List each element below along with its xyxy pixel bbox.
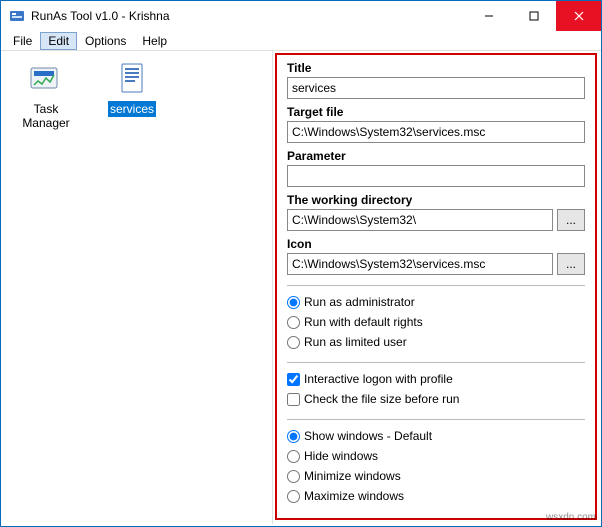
app-icon bbox=[9, 8, 25, 24]
radio-win-hide[interactable]: Hide windows bbox=[287, 446, 585, 466]
icon-input[interactable] bbox=[287, 253, 553, 275]
menubar: File Edit Options Help bbox=[1, 31, 601, 51]
parameter-label: Parameter bbox=[287, 149, 585, 163]
title-label: Title bbox=[287, 61, 585, 75]
document-icon bbox=[95, 61, 169, 97]
radio-input[interactable] bbox=[287, 336, 300, 349]
checkbox-label: Interactive logon with profile bbox=[304, 372, 453, 386]
separator bbox=[287, 285, 585, 286]
radio-label: Show windows - Default bbox=[304, 429, 432, 443]
radio-label: Run with default rights bbox=[304, 315, 423, 329]
separator bbox=[287, 362, 585, 363]
menu-file[interactable]: File bbox=[5, 32, 40, 50]
radio-label: Hide windows bbox=[304, 449, 378, 463]
taskmgr-icon bbox=[9, 61, 83, 97]
maximize-button[interactable] bbox=[511, 1, 556, 31]
shortcut-services[interactable]: services bbox=[93, 57, 171, 121]
radio-input[interactable] bbox=[287, 450, 300, 463]
workdir-label: The working directory bbox=[287, 193, 585, 207]
workdir-browse-button[interactable]: ... bbox=[557, 209, 585, 231]
radio-input[interactable] bbox=[287, 296, 300, 309]
parameter-input[interactable] bbox=[287, 165, 585, 187]
radio-input[interactable] bbox=[287, 430, 300, 443]
titlebar: RunAs Tool v1.0 - Krishna bbox=[1, 1, 601, 31]
menu-help[interactable]: Help bbox=[134, 32, 175, 50]
target-label: Target file bbox=[287, 105, 585, 119]
shortcuts-pane: Task Manager services bbox=[1, 51, 273, 524]
shortcut-label: Task Manager bbox=[9, 101, 83, 131]
radio-win-show[interactable]: Show windows - Default bbox=[287, 426, 585, 446]
watermark: wsxdn.com bbox=[546, 512, 596, 523]
radio-run-admin[interactable]: Run as administrator bbox=[287, 292, 585, 312]
minimize-button[interactable] bbox=[466, 1, 511, 31]
menu-edit[interactable]: Edit bbox=[40, 32, 77, 50]
radio-input[interactable] bbox=[287, 316, 300, 329]
shortcut-label: services bbox=[108, 101, 156, 117]
properties-pane: Title Target file Parameter The working … bbox=[275, 53, 597, 520]
radio-label: Minimize windows bbox=[304, 469, 401, 483]
radio-input[interactable] bbox=[287, 470, 300, 483]
shortcut-task-manager[interactable]: Task Manager bbox=[7, 57, 85, 135]
radio-label: Run as administrator bbox=[304, 295, 415, 309]
icon-label: Icon bbox=[287, 237, 585, 251]
radio-input[interactable] bbox=[287, 490, 300, 503]
window-title: RunAs Tool v1.0 - Krishna bbox=[31, 9, 466, 23]
check-interactive-logon[interactable]: Interactive logon with profile bbox=[287, 369, 585, 389]
radio-win-maximize[interactable]: Maximize windows bbox=[287, 486, 585, 506]
target-file-input[interactable] bbox=[287, 121, 585, 143]
check-file-size[interactable]: Check the file size before run bbox=[287, 389, 585, 409]
close-button[interactable] bbox=[556, 1, 601, 31]
separator bbox=[287, 419, 585, 420]
radio-win-minimize[interactable]: Minimize windows bbox=[287, 466, 585, 486]
title-input[interactable] bbox=[287, 77, 585, 99]
checkbox-label: Check the file size before run bbox=[304, 392, 459, 406]
icon-browse-button[interactable]: ... bbox=[557, 253, 585, 275]
radio-run-default[interactable]: Run with default rights bbox=[287, 312, 585, 332]
checkbox-input[interactable] bbox=[287, 373, 300, 386]
radio-label: Run as limited user bbox=[304, 335, 407, 349]
checkbox-input[interactable] bbox=[287, 393, 300, 406]
radio-run-limited[interactable]: Run as limited user bbox=[287, 332, 585, 352]
workdir-input[interactable] bbox=[287, 209, 553, 231]
menu-options[interactable]: Options bbox=[77, 32, 134, 50]
radio-label: Maximize windows bbox=[304, 489, 404, 503]
